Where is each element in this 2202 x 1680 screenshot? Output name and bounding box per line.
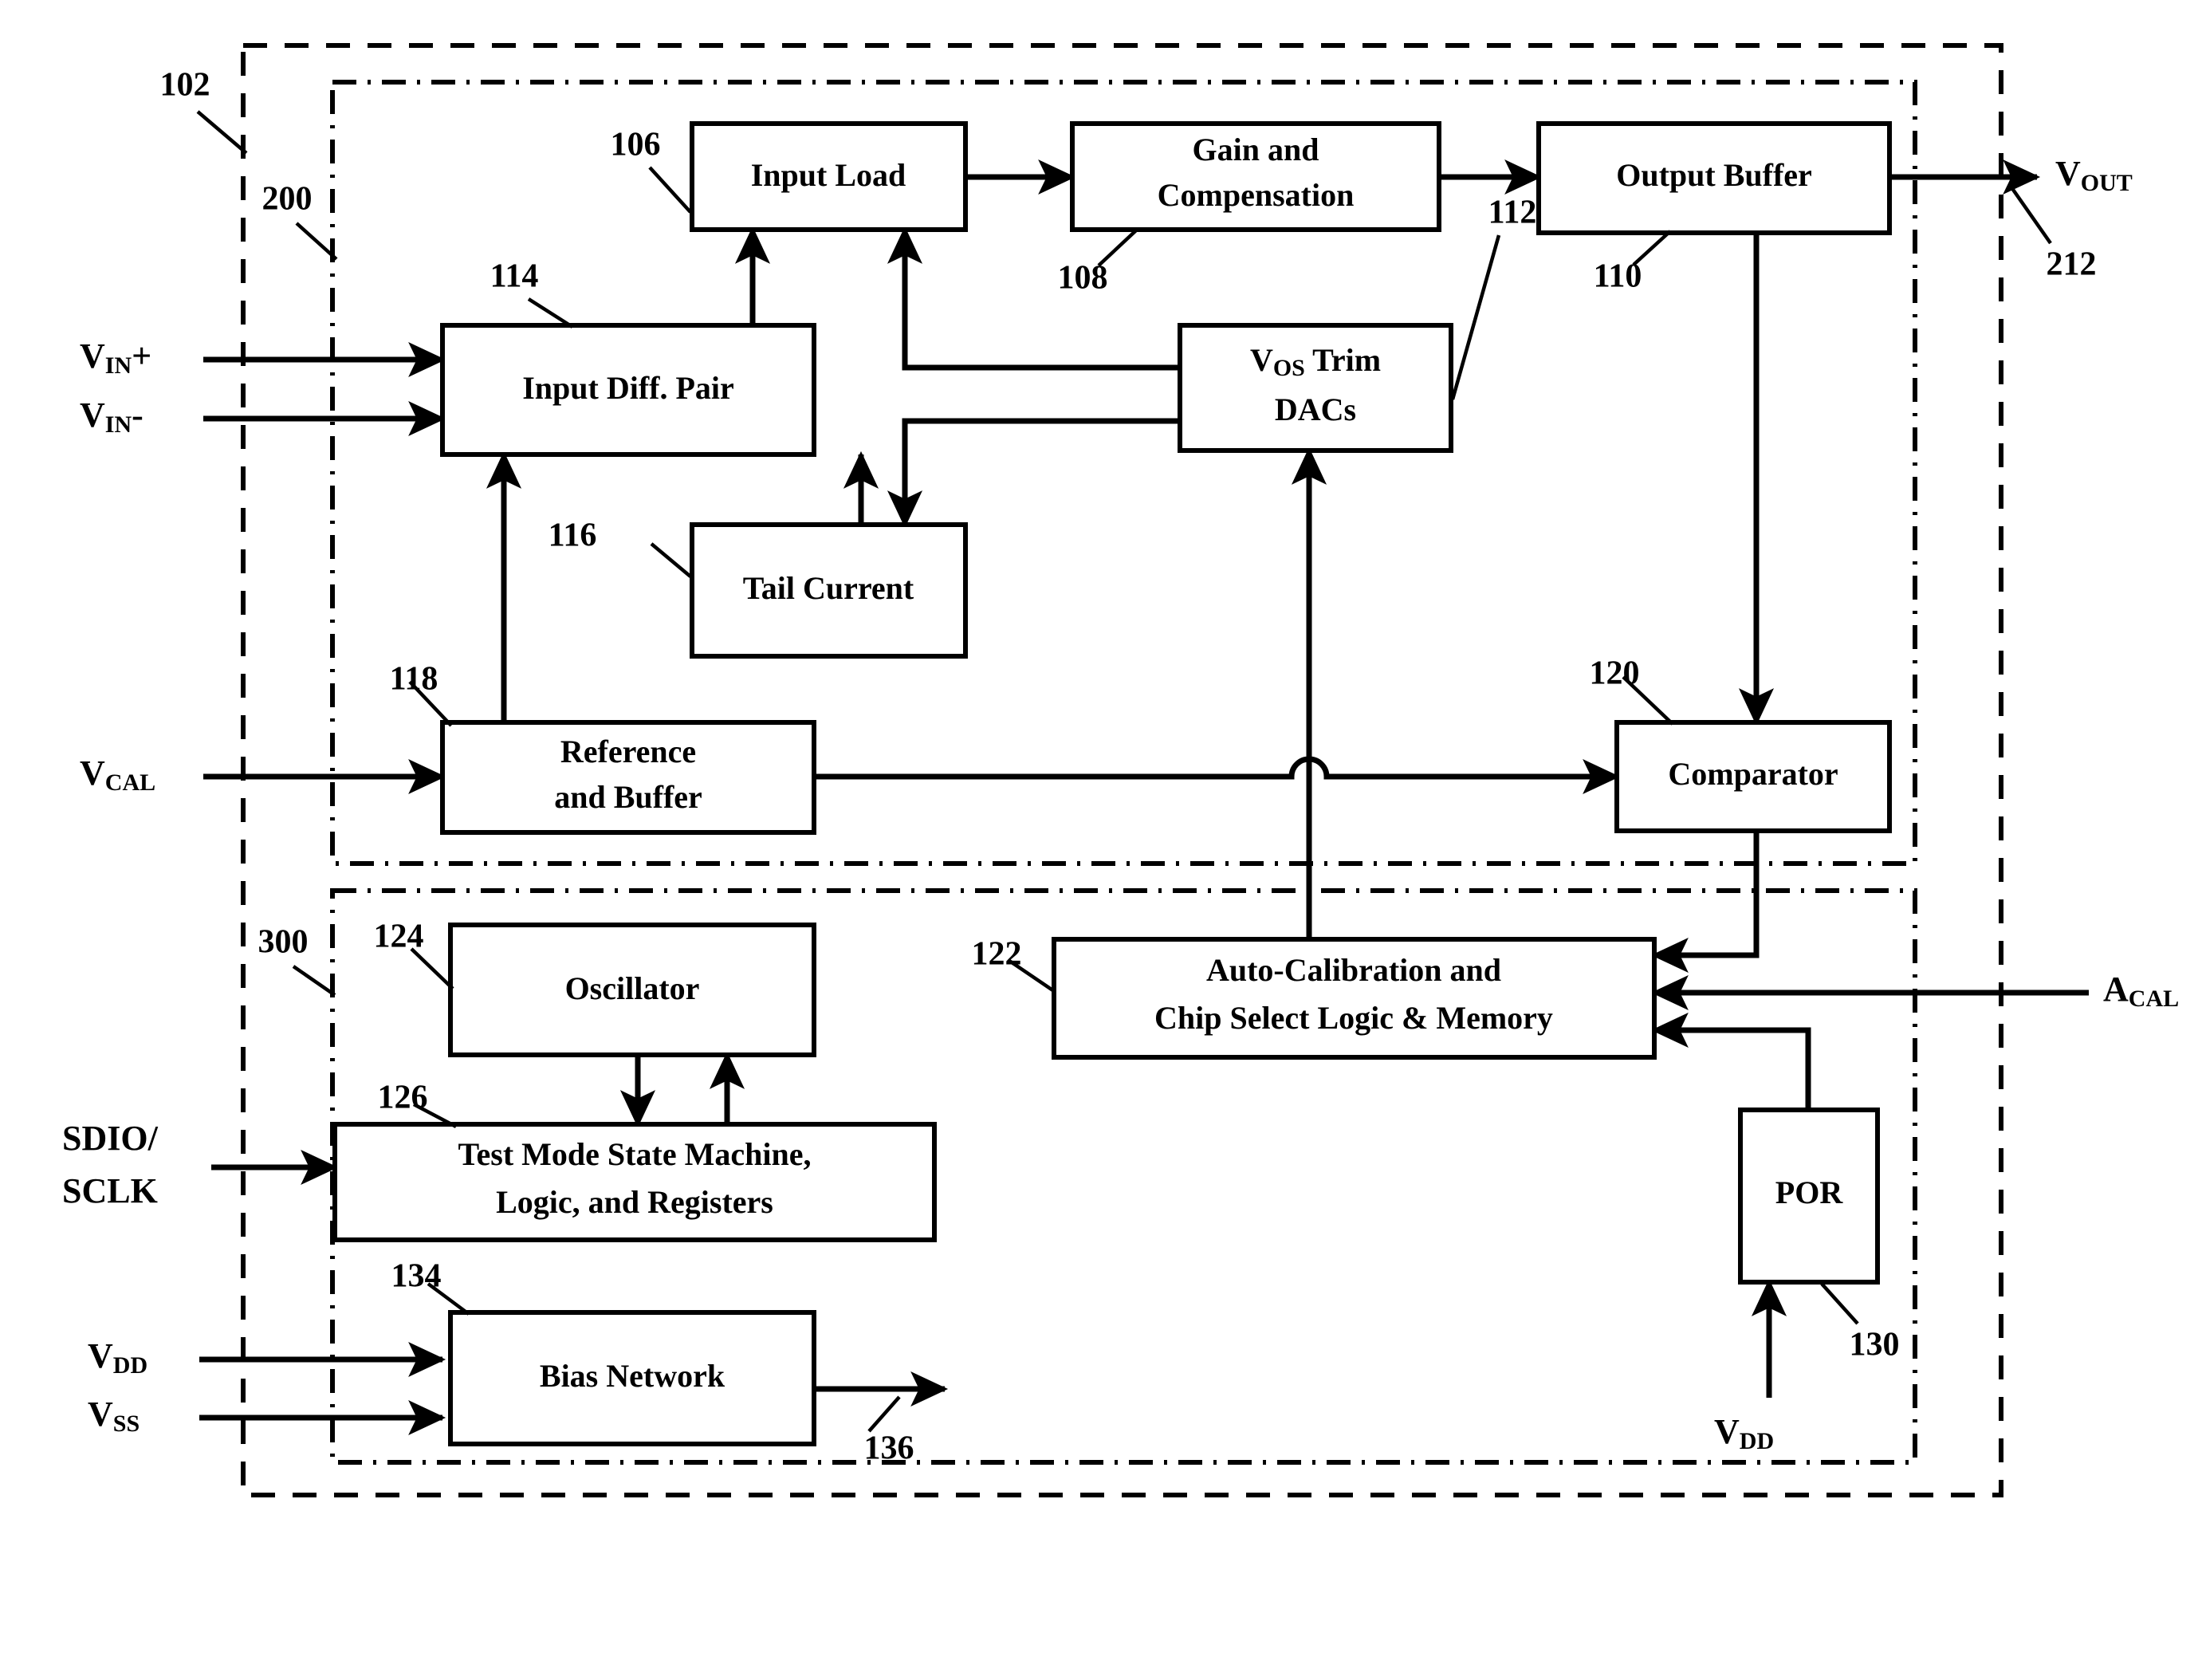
ref-114: 114 xyxy=(490,258,539,295)
signal-label-sclk: SCLK xyxy=(62,1171,158,1210)
ref-212: 212 xyxy=(2047,246,2097,283)
block-test-mode-label-line1: Test Mode State Machine, xyxy=(458,1136,812,1172)
block-por[interactable]: POR xyxy=(1738,1108,1880,1285)
block-comparator[interactable]: Comparator xyxy=(1614,720,1892,833)
ref-108: 108 xyxy=(1058,260,1108,297)
wire-vosdacs-to-tailcurrent xyxy=(887,418,1180,529)
block-vos-trim-dacs[interactable]: VOS Trim DACs xyxy=(1178,323,1453,453)
signal-label-vdd-por: VDD xyxy=(1714,1412,1774,1454)
ref-120: 120 xyxy=(1590,655,1640,692)
block-reference-and-buffer-label-line2: and Buffer xyxy=(554,779,702,815)
block-oscillator-label: Oscillator xyxy=(565,970,700,1006)
block-oscillator[interactable]: Oscillator xyxy=(448,923,816,1057)
ref-122: 122 xyxy=(972,936,1022,973)
ref-110: 110 xyxy=(1594,258,1642,295)
signal-label-vss-bias: VSS xyxy=(88,1395,140,1437)
ref-130: 130 xyxy=(1850,1327,1900,1363)
ref-126: 126 xyxy=(378,1080,428,1116)
signal-label-vin-plus: VIN+ xyxy=(80,336,151,379)
leader-136 xyxy=(867,1395,901,1433)
signal-label-vin-minus: VIN- xyxy=(80,395,144,438)
leader-130 xyxy=(1820,1282,1859,1325)
signal-label-vcal: VCAL xyxy=(80,753,155,796)
leader-300 xyxy=(292,965,336,997)
block-reference-and-buffer[interactable]: Reference and Buffer xyxy=(440,720,816,835)
ref-134: 134 xyxy=(391,1258,442,1295)
signal-label-vout: VOUT xyxy=(2055,154,2133,196)
leader-106 xyxy=(648,166,692,214)
block-vos-trim-dacs-label-line1: VOS Trim xyxy=(1250,342,1381,381)
ref-116: 116 xyxy=(549,517,597,554)
wire-refbuffer-to-comparator xyxy=(814,756,1621,795)
block-gain-compensation-label-line1: Gain and xyxy=(1193,132,1319,167)
block-test-mode[interactable]: Test Mode State Machine, Logic, and Regi… xyxy=(332,1122,937,1242)
leader-112 xyxy=(1450,234,1501,400)
block-auto-calibration-label-line1: Auto-Calibration and xyxy=(1206,952,1501,988)
leader-116 xyxy=(650,542,692,578)
ref-200: 200 xyxy=(262,181,313,218)
block-input-diff-pair[interactable]: Input Diff. Pair xyxy=(440,323,816,457)
wire-vosdacs-to-inputload xyxy=(887,226,1180,371)
block-bias-network-label: Bias Network xyxy=(540,1358,725,1394)
block-auto-calibration[interactable]: Auto-Calibration and Chip Select Logic &… xyxy=(1052,937,1657,1060)
block-bias-network[interactable]: Bias Network xyxy=(448,1310,816,1446)
leader-102 xyxy=(196,110,248,155)
ref-118: 118 xyxy=(390,661,438,698)
ref-136: 136 xyxy=(864,1430,914,1467)
block-diagram-svg: Input Load Gain and Compensation Output … xyxy=(62,43,2179,1497)
block-output-buffer-label: Output Buffer xyxy=(1616,157,1812,193)
block-por-label: POR xyxy=(1775,1174,1844,1210)
ref-112: 112 xyxy=(1488,195,1537,231)
leader-212 xyxy=(2010,186,2052,245)
block-tail-current-label: Tail Current xyxy=(743,570,914,606)
block-input-load[interactable]: Input Load xyxy=(690,121,968,232)
signal-label-sdio: SDIO/ xyxy=(62,1119,159,1158)
block-tail-current[interactable]: Tail Current xyxy=(690,522,968,659)
block-output-buffer[interactable]: Output Buffer xyxy=(1536,121,1892,235)
ref-106: 106 xyxy=(611,127,661,163)
block-vos-trim-dacs-label-line2: DACs xyxy=(1275,391,1356,427)
leader-114 xyxy=(527,297,574,329)
block-reference-and-buffer-label-line1: Reference xyxy=(560,734,696,769)
figure-canvas: Input Load Gain and Compensation Output … xyxy=(0,0,2202,1680)
block-comparator-label: Comparator xyxy=(1668,756,1838,792)
ref-102: 102 xyxy=(160,67,210,104)
ref-300: 300 xyxy=(258,924,309,961)
block-test-mode-label-line2: Logic, and Registers xyxy=(496,1184,773,1220)
block-input-load-label: Input Load xyxy=(751,157,906,193)
signal-label-vdd-bias: VDD xyxy=(88,1336,147,1379)
block-gain-compensation[interactable]: Gain and Compensation xyxy=(1070,121,1441,232)
block-input-diff-pair-label: Input Diff. Pair xyxy=(522,370,734,406)
ref-124: 124 xyxy=(374,919,424,955)
block-gain-compensation-label-line2: Compensation xyxy=(1158,177,1355,213)
signal-label-acal: ACAL xyxy=(2103,970,2179,1012)
block-auto-calibration-label-line2: Chip Select Logic & Memory xyxy=(1154,1000,1553,1036)
